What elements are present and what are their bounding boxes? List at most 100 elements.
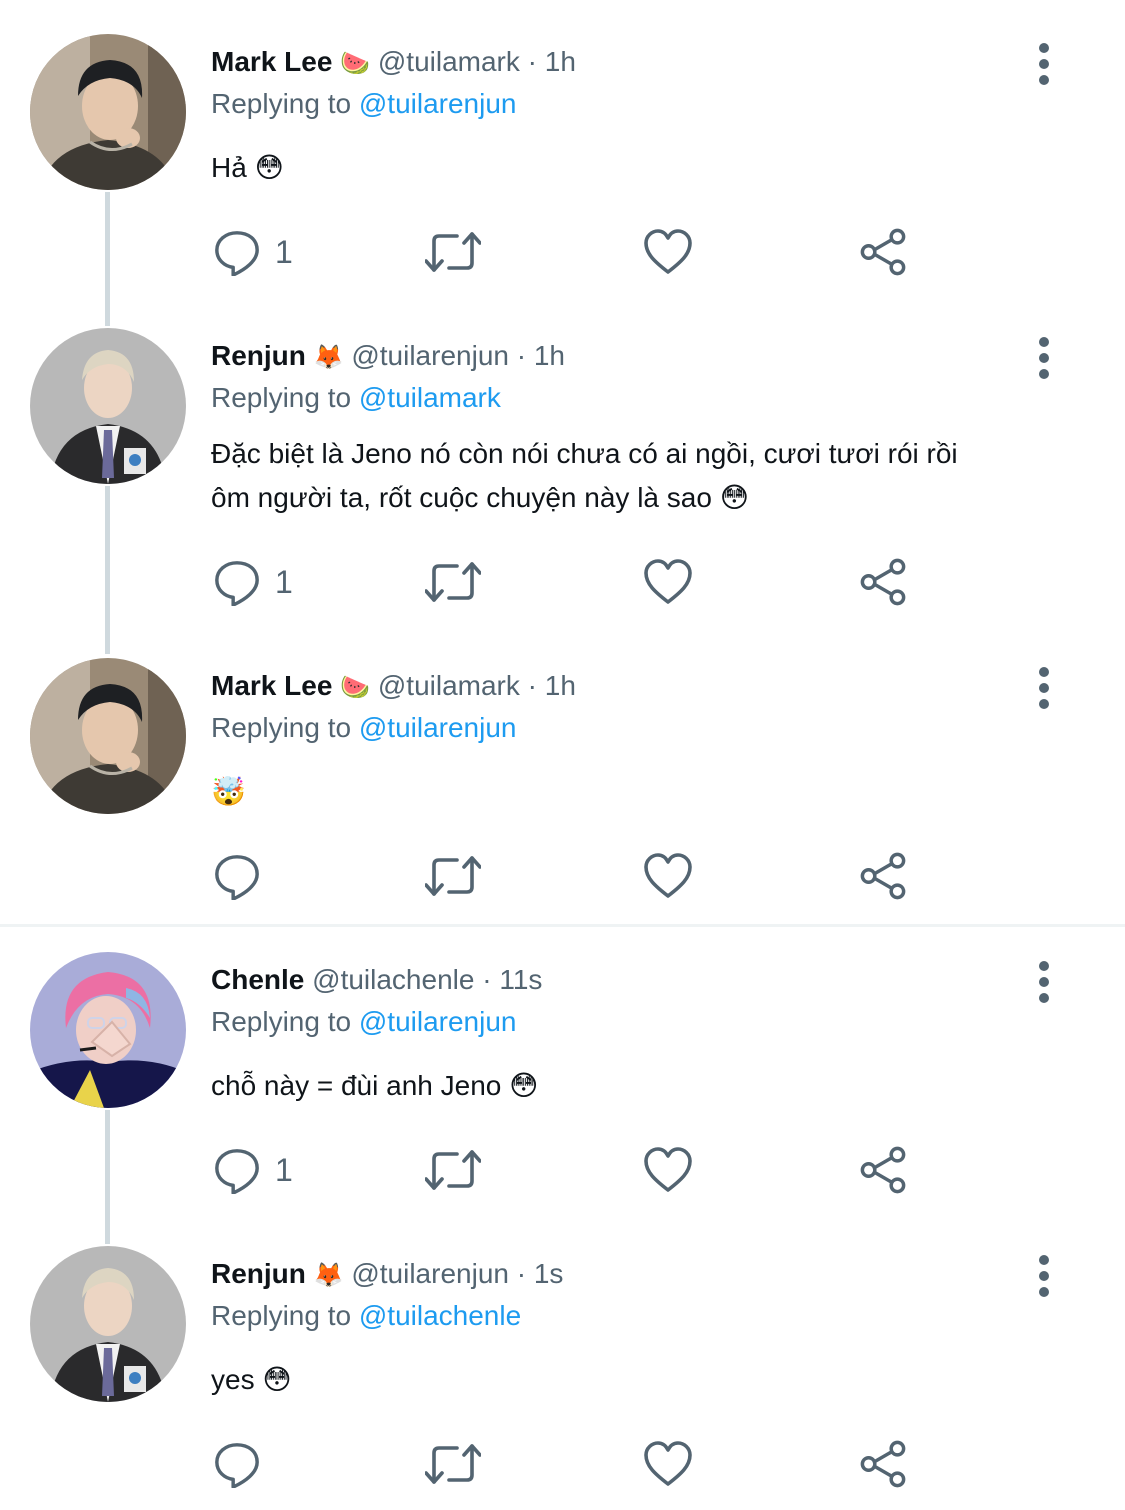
retweet-icon [425, 851, 481, 901]
tweet-header: Mark Lee 🍉 @tuilamark · 1h [211, 668, 576, 706]
display-name[interactable]: Chenle [211, 964, 304, 995]
display-name[interactable]: Mark Lee [211, 670, 332, 701]
reply-count: 1 [275, 1151, 293, 1188]
reply-count: 1 [275, 233, 293, 270]
reply-button[interactable]: 1 [213, 224, 293, 280]
tweet-text-line: ôm người ta, rốt cuộc chuyện này là sao … [211, 482, 749, 513]
replying-to-handle[interactable]: @tuilarenjun [359, 88, 517, 119]
meta-separator: · [519, 46, 545, 77]
replying-label: Replying to [211, 1006, 352, 1037]
reply-button[interactable]: 1 [213, 1142, 293, 1198]
renjun-avatar[interactable] [30, 328, 186, 484]
replying-label: Replying to [211, 1300, 352, 1331]
renjun-avatar[interactable] [30, 1246, 186, 1402]
name-emoji: 🍉 [340, 674, 371, 701]
name-emoji: 🍉 [340, 50, 371, 77]
tweet-actions: 1 [211, 1142, 911, 1198]
meta-separator: · [474, 964, 500, 995]
user-handle[interactable]: @tuilachenle [312, 964, 474, 995]
tweet-header: Mark Lee 🍉 @tuilamark · 1h [211, 44, 576, 82]
reply-icon [213, 1440, 261, 1488]
like-button[interactable] [643, 848, 693, 904]
share-button[interactable] [859, 224, 907, 280]
share-button[interactable] [859, 1436, 907, 1492]
like-icon [643, 559, 693, 605]
tweet-text: Hả 😳 [211, 146, 1071, 190]
timestamp[interactable]: 1h [534, 340, 565, 371]
display-name[interactable]: Mark Lee [211, 46, 332, 77]
retweet-icon [425, 1439, 481, 1489]
tweet-text-content: Hả 😳 [211, 152, 284, 183]
retweet-icon [425, 557, 481, 607]
user-handle[interactable]: @tuilamark [378, 670, 520, 701]
tweet-header: Renjun 🦊 @tuilarenjun · 1s [211, 1256, 563, 1294]
replying-to-handle[interactable]: @tuilachenle [359, 1300, 521, 1331]
user-handle[interactable]: @tuilarenjun [351, 340, 509, 371]
display-name[interactable]: Renjun [211, 340, 306, 371]
tweet[interactable]: Renjun 🦊 @tuilarenjun · 1h Replying to @… [0, 328, 1125, 628]
retweet-button[interactable] [425, 224, 481, 280]
share-button[interactable] [859, 1142, 907, 1198]
reply-icon [213, 1146, 261, 1194]
tweet-header: Chenle @tuilachenle · 11s [211, 962, 542, 998]
mark-lee-avatar[interactable] [30, 34, 186, 190]
more-icon[interactable] [1030, 42, 1058, 86]
tweet-text: yes 😳 [211, 1358, 1071, 1402]
replying-to: Replying to @tuilarenjun [211, 710, 517, 746]
retweet-icon [425, 1145, 481, 1195]
retweet-button[interactable] [425, 1142, 481, 1198]
mark-lee-avatar[interactable] [30, 658, 186, 814]
like-button[interactable] [643, 1142, 693, 1198]
retweet-button[interactable] [425, 848, 481, 904]
replying-label: Replying to [211, 712, 352, 743]
tweet-text-content: yes 😳 [211, 1364, 292, 1395]
more-icon[interactable] [1030, 1254, 1058, 1298]
reply-button[interactable] [213, 848, 275, 904]
like-button[interactable] [643, 554, 693, 610]
share-icon [859, 852, 907, 900]
timestamp[interactable]: 1h [545, 670, 576, 701]
like-button[interactable] [643, 1436, 693, 1492]
tweet[interactable]: Renjun 🦊 @tuilarenjun · 1s Replying to @… [0, 1246, 1125, 1510]
tweet-actions: 1 [211, 224, 911, 280]
retweet-button[interactable] [425, 1436, 481, 1492]
replying-to-handle[interactable]: @tuilamark [359, 382, 501, 413]
reply-button[interactable] [213, 1436, 275, 1492]
share-icon [859, 558, 907, 606]
more-icon[interactable] [1030, 666, 1058, 710]
share-icon [859, 1146, 907, 1194]
share-button[interactable] [859, 554, 907, 610]
like-button[interactable] [643, 224, 693, 280]
user-handle[interactable]: @tuilarenjun [351, 1258, 509, 1289]
chenle-avatar[interactable] [30, 952, 186, 1108]
meta-separator: · [508, 340, 534, 371]
like-icon [643, 853, 693, 899]
timestamp[interactable]: 1s [534, 1258, 564, 1289]
tweet-text-content: chỗ này = đùi anh Jeno 😳 [211, 1070, 539, 1101]
share-icon [859, 228, 907, 276]
name-emoji: 🦊 [313, 1262, 344, 1289]
share-button[interactable] [859, 848, 907, 904]
display-name[interactable]: Renjun [211, 1258, 306, 1289]
tweet-actions [211, 848, 911, 904]
tweet-header: Renjun 🦊 @tuilarenjun · 1h [211, 338, 565, 376]
replying-to: Replying to @tuilamark [211, 380, 501, 416]
replying-to: Replying to @tuilarenjun [211, 86, 517, 122]
tweet[interactable]: Mark Lee 🍉 @tuilamark · 1h Replying to @… [0, 658, 1125, 918]
share-icon [859, 1440, 907, 1488]
reply-button[interactable]: 1 [213, 554, 293, 610]
replying-to-handle[interactable]: @tuilarenjun [359, 712, 517, 743]
timestamp[interactable]: 1h [545, 46, 576, 77]
reply-count: 1 [275, 563, 293, 600]
more-icon[interactable] [1030, 960, 1058, 1004]
retweet-button[interactable] [425, 554, 481, 610]
reply-icon [213, 852, 261, 900]
timestamp[interactable]: 11s [499, 964, 542, 995]
replying-to-handle[interactable]: @tuilarenjun [359, 1006, 517, 1037]
tweet[interactable]: Chenle @tuilachenle · 11s Replying to @t… [0, 952, 1125, 1222]
user-handle[interactable]: @tuilamark [378, 46, 520, 77]
tweet[interactable]: Mark Lee 🍉 @tuilamark · 1h Replying to @… [0, 34, 1125, 304]
more-icon[interactable] [1030, 336, 1058, 380]
replying-label: Replying to [211, 88, 352, 119]
meta-separator: · [519, 670, 545, 701]
